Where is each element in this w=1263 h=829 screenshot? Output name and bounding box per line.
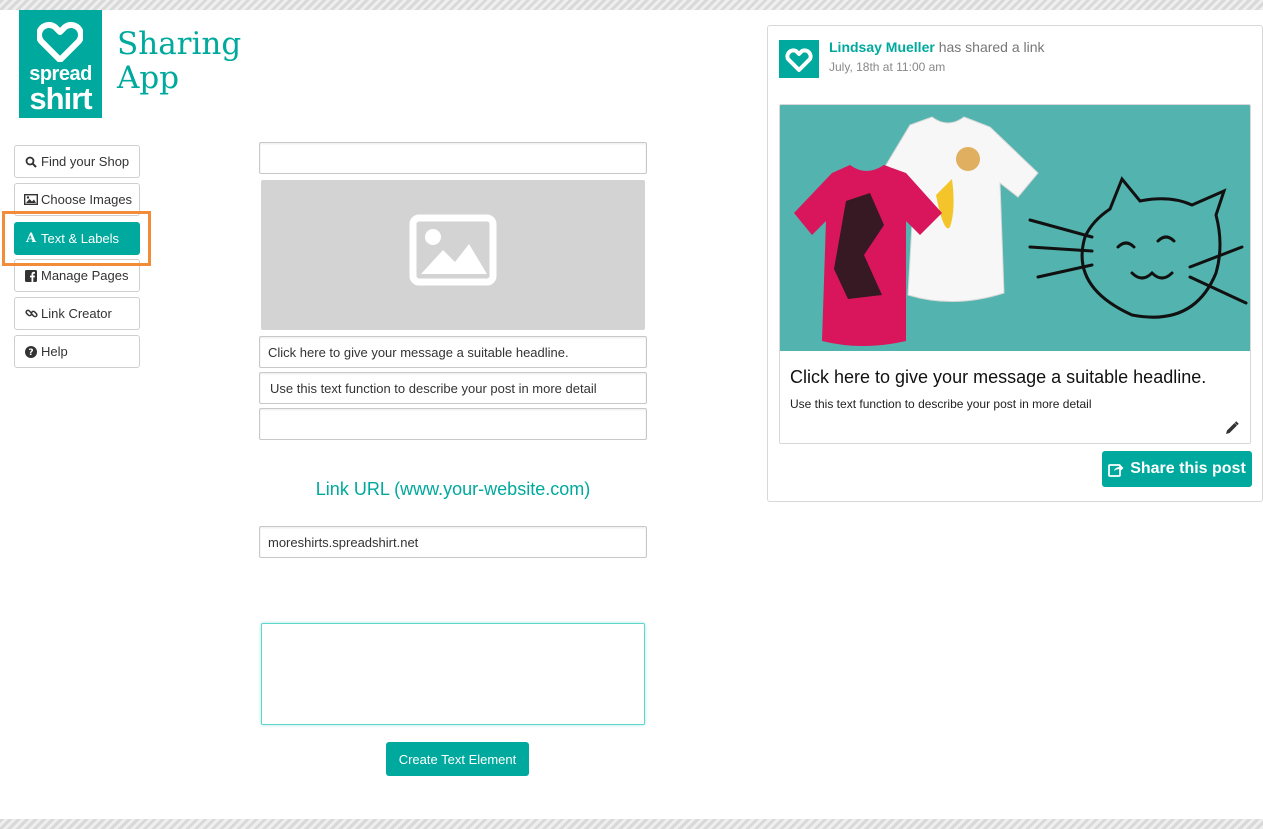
share-heading: Lindsay Mueller has shared a link [829, 39, 1045, 55]
title-input[interactable] [259, 142, 647, 174]
help-icon: ? [24, 345, 38, 358]
app-title-line2: App [117, 60, 180, 96]
top-border-stripe [0, 0, 1263, 10]
facebook-icon [24, 269, 38, 282]
text-element-textarea[interactable] [261, 623, 645, 725]
avatar [779, 40, 819, 78]
svg-text:?: ? [28, 348, 33, 358]
link-url-label: Link URL (www.your-website.com) [315, 479, 591, 499]
post-description: Use this text function to describe your … [790, 397, 1092, 411]
tshirt-cat-artwork [794, 116, 1248, 346]
description-input[interactable] [259, 372, 647, 404]
post-card: Click here to give your message a suitab… [779, 104, 1251, 444]
heart-logo-icon [37, 22, 83, 62]
post-image [780, 105, 1250, 351]
link-url-input[interactable] [259, 526, 647, 558]
search-icon [24, 156, 38, 168]
sidebar-item-help[interactable]: ? Help [14, 335, 140, 368]
share-button-label: Share this post [1130, 460, 1246, 477]
sidebar-item-label: Choose Images [41, 192, 133, 207]
sidebar-item-label: Manage Pages [41, 268, 129, 283]
link-icon [24, 307, 38, 320]
sidebar-item-find-your-shop[interactable]: Find your Shop [14, 145, 140, 178]
image-placeholder-icon [409, 214, 497, 286]
share-post-button[interactable]: Share this post [1102, 451, 1252, 487]
logo-word-shirt: shirt [29, 81, 92, 116]
sidebar-item-label: Help [41, 344, 68, 359]
share-icon [1108, 463, 1124, 477]
headline-input[interactable] [259, 336, 647, 368]
sidebar-item-label: Link Creator [41, 306, 112, 321]
app-title-line1: Sharing [117, 26, 242, 62]
image-upload-area[interactable] [261, 180, 645, 330]
active-step-highlight [2, 211, 151, 266]
bottom-border-stripe [0, 819, 1263, 829]
heart-logo-icon [785, 48, 813, 72]
spreadshirt-logo: spread shirt [19, 10, 102, 118]
sidebar-item-link-creator[interactable]: Link Creator [14, 297, 140, 330]
user-name-link[interactable]: Lindsay Mueller [829, 39, 935, 55]
extra-text-input[interactable] [259, 408, 647, 440]
app-title: Sharing App [117, 27, 241, 95]
cat-doodle [1028, 176, 1248, 319]
post-timestamp: July, 18th at 11:00 am [829, 60, 946, 74]
image-icon [24, 194, 38, 205]
share-action-text: has shared a link [938, 39, 1045, 55]
pencil-icon[interactable] [1225, 421, 1239, 435]
sidebar-item-label: Find your Shop [41, 154, 130, 169]
post-headline: Click here to give your message a suitab… [790, 367, 1207, 387]
create-text-element-button[interactable]: Create Text Element [386, 742, 529, 776]
